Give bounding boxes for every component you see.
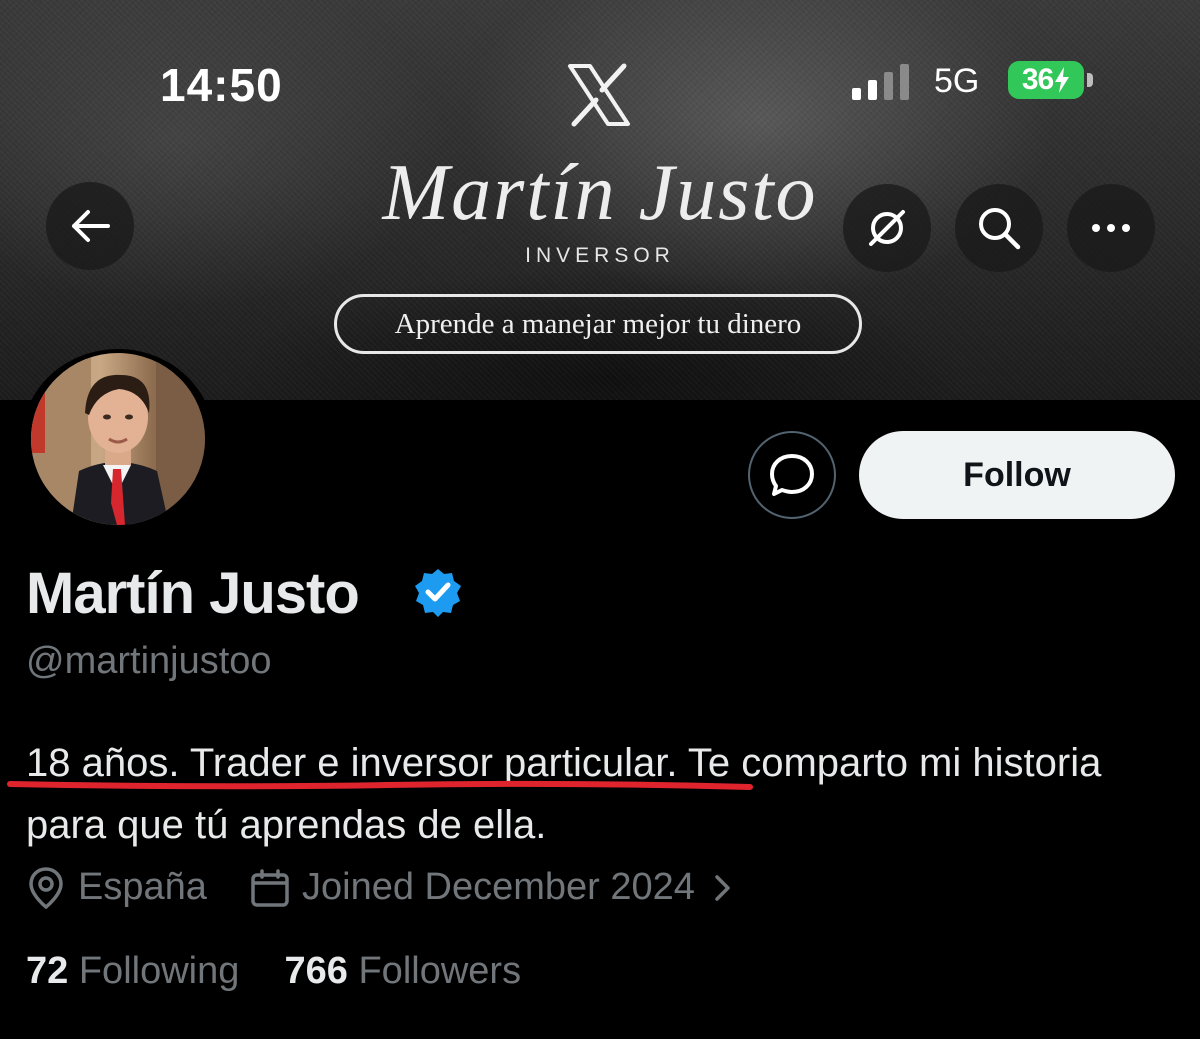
- back-arrow-icon: [72, 210, 110, 242]
- follow-button[interactable]: Follow: [859, 431, 1175, 519]
- battery-level: 36: [1021, 63, 1054, 96]
- grok-icon: [869, 210, 905, 246]
- back-button[interactable]: [46, 182, 134, 270]
- network-label: 5G: [934, 62, 980, 100]
- profile-bio: 18 años. Trader e inversor particular. T…: [26, 732, 1176, 856]
- followers-link[interactable]: 766 Followers: [285, 950, 522, 992]
- search-button[interactable]: [955, 184, 1043, 272]
- more-icon: [1092, 224, 1130, 232]
- profile-handle: @martinjustoo: [26, 640, 272, 682]
- chevron-right-icon: [715, 874, 730, 901]
- battery-indicator: 36: [1008, 61, 1084, 99]
- profile-joined[interactable]: Joined December 2024: [250, 866, 733, 909]
- search-icon: [979, 208, 1021, 250]
- avatar[interactable]: [22, 349, 214, 529]
- message-button[interactable]: [748, 431, 836, 519]
- display-name: Martín Justo: [26, 561, 360, 626]
- verified-badge-icon[interactable]: [413, 567, 463, 617]
- x-logo-icon: [568, 63, 630, 127]
- grok-button[interactable]: [843, 184, 931, 272]
- avatar-figure: [31, 353, 205, 525]
- more-button[interactable]: [1067, 184, 1155, 272]
- following-label: Following: [78, 950, 240, 992]
- location-pin-icon: [29, 866, 63, 909]
- calendar-icon: [251, 868, 289, 907]
- followers-count: 766: [284, 950, 348, 992]
- following-link[interactable]: 72 Following: [26, 950, 239, 992]
- red-underline-annotation: [7, 780, 753, 790]
- following-count: 72: [26, 950, 69, 992]
- chat-bubble-icon: [770, 454, 814, 496]
- charging-bolt-icon: [1055, 67, 1070, 93]
- profile-stats: 72 Following 766 Followers: [26, 950, 521, 993]
- status-time: 14:50: [160, 59, 283, 111]
- battery-cap: [1087, 73, 1093, 87]
- signal-icon: [852, 64, 909, 100]
- followers-label: Followers: [358, 950, 522, 992]
- profile-location: España: [28, 866, 207, 909]
- avatar-photo: [31, 353, 205, 525]
- joined-text: Joined December 2024: [302, 866, 695, 908]
- banner-tagline: Aprende a manejar mejor tu dinero: [334, 294, 862, 354]
- location-text: España: [78, 866, 207, 908]
